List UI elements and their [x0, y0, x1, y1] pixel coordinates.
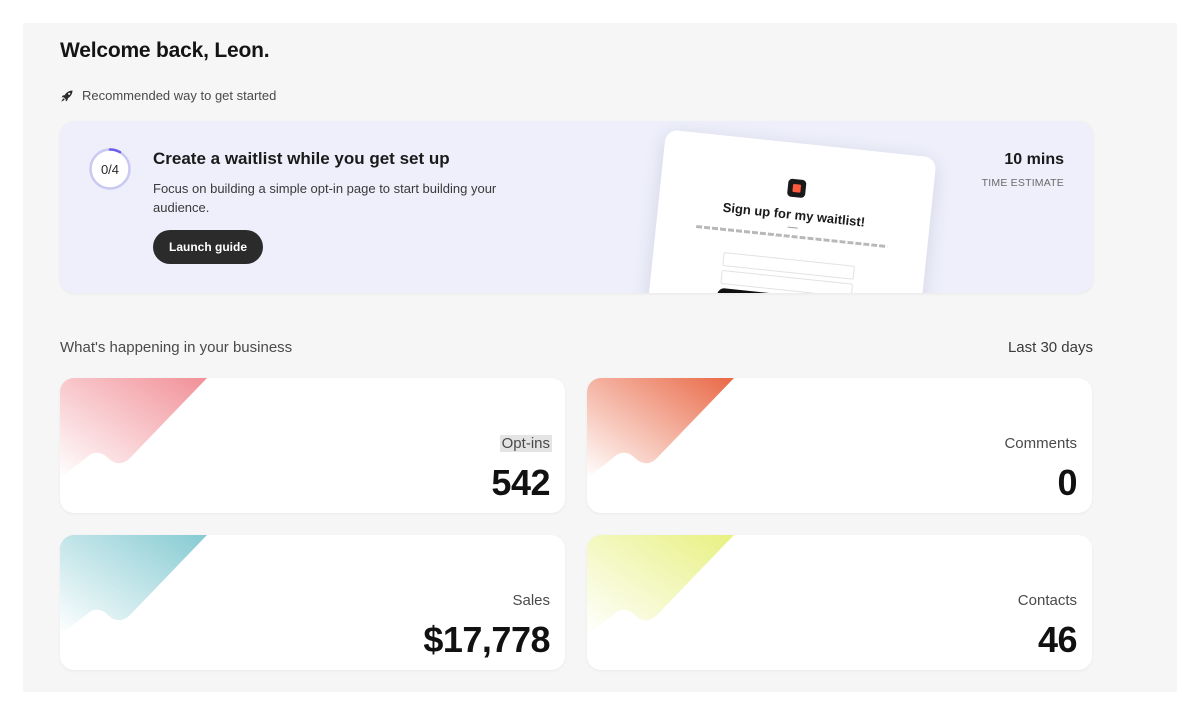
stat-label: Opt-ins	[499, 435, 552, 452]
contacts-card[interactable]: Contacts 46	[587, 535, 1092, 670]
preview-divider	[787, 226, 798, 229]
waitlist-preview-image: Sign up for my waitlist!	[645, 129, 937, 293]
brand-logo-icon	[786, 178, 807, 199]
card-decoration	[587, 535, 734, 635]
stat-value: $17,778	[423, 619, 550, 660]
guide-description: Focus on building a simple opt-in page t…	[153, 181, 497, 215]
progress-label: 0/4	[100, 161, 120, 177]
getting-started-card: 0/4 Create a waitlist while you get set …	[60, 121, 1093, 293]
recommendation-row: Recommended way to get started	[60, 88, 276, 103]
stat-label: Sales	[512, 592, 550, 609]
dashboard-panel: Welcome back, Leon. Recommended way to g…	[23, 23, 1177, 692]
date-range-selector[interactable]: Last 30 days	[1008, 339, 1093, 356]
time-estimate-label: TIME ESTIMATE	[981, 177, 1064, 189]
preview-title: Sign up for my waitlist!	[722, 199, 866, 230]
optins-card[interactable]: Opt-ins 542	[60, 378, 565, 513]
stat-value: 46	[1037, 619, 1078, 660]
sales-card[interactable]: Sales $17,778	[60, 535, 565, 670]
business-section-title: What's happening in your business	[60, 339, 293, 356]
stat-value: 0	[1057, 462, 1077, 503]
comments-card[interactable]: Comments 0	[587, 378, 1092, 513]
time-estimate-value: 10 mins	[1004, 151, 1064, 168]
guide-title: Create a waitlist while you get set up	[153, 149, 450, 168]
card-decoration	[587, 378, 734, 478]
stat-label: Contacts	[1017, 592, 1077, 609]
welcome-heading: Welcome back, Leon.	[60, 39, 270, 62]
launch-guide-button[interactable]: Launch guide	[153, 230, 263, 264]
rocket-icon	[60, 89, 74, 103]
stat-value: 542	[491, 462, 550, 503]
stat-label: Comments	[1004, 435, 1077, 452]
card-decoration	[60, 378, 207, 478]
recommendation-text: Recommended way to get started	[82, 88, 277, 103]
card-decoration	[60, 535, 207, 635]
